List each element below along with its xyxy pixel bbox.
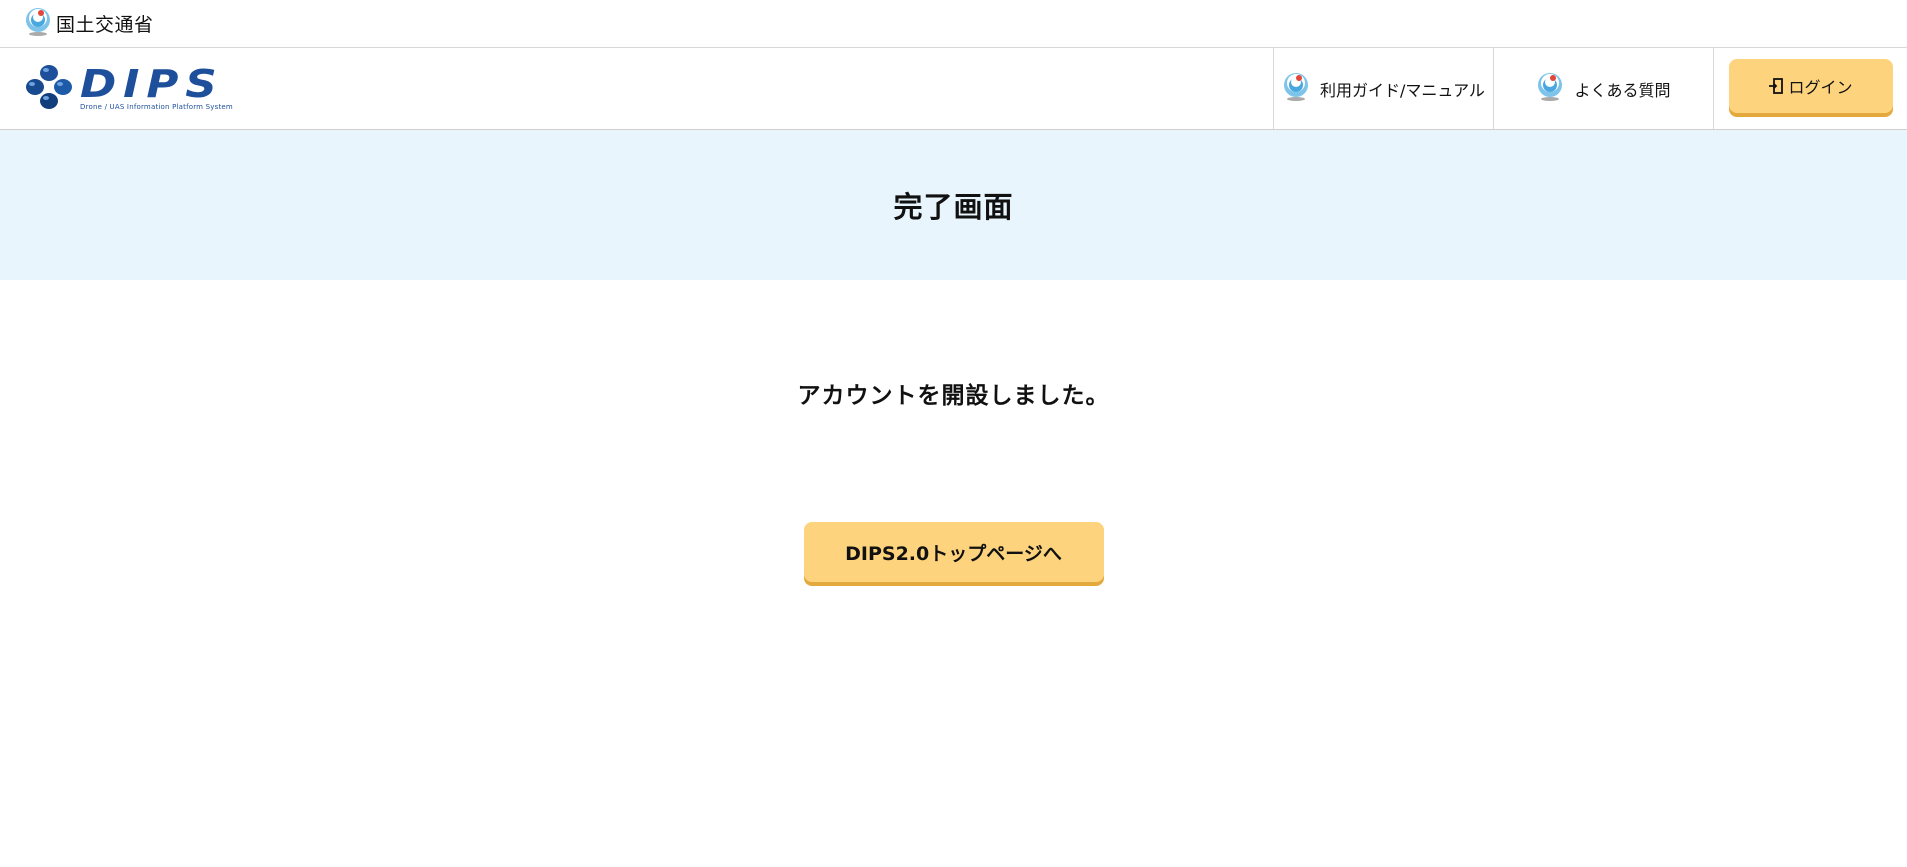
mlit-logo-icon <box>1282 72 1310 106</box>
ministry-name: 国土交通省 <box>56 14 154 36</box>
mlit-logo-icon <box>1536 72 1564 106</box>
login-label: ログイン <box>1788 77 1853 97</box>
nav-faq-label: よくある質問 <box>1574 80 1671 100</box>
nav-faq-link[interactable]: よくある質問 <box>1493 48 1713 129</box>
brand-name: DIPS <box>80 61 224 106</box>
page-title: 完了画面 <box>893 190 1014 224</box>
nav-guide-label: 利用ガイド/マニュアル <box>1320 80 1485 100</box>
header-nav: 利用ガイド/マニュアル よくある質問 ログイン <box>1273 48 1907 129</box>
dips-logo-icon <box>24 62 74 116</box>
ministry-logo-link[interactable]: 国土交通省 <box>24 7 154 41</box>
title-band: 完了画面 <box>0 130 1907 280</box>
completion-message: アカウントを開設しました。 <box>797 383 1110 409</box>
login-button[interactable]: ログイン <box>1728 58 1893 113</box>
nav-guide-link[interactable]: 利用ガイド/マニュアル <box>1273 48 1493 129</box>
top-page-button[interactable]: DIPS2.0トップページへ <box>803 522 1104 582</box>
main-content: アカウントを開設しました。 DIPS2.0トップページへ <box>0 280 1907 582</box>
ministry-bar: 国土交通省 <box>0 0 1907 48</box>
brand-text: DIPS Drone / UAS Information Platform Sy… <box>80 65 233 111</box>
login-door-icon <box>1768 77 1784 94</box>
mlit-logo-icon <box>24 7 52 41</box>
main-header: DIPS Drone / UAS Information Platform Sy… <box>0 48 1907 130</box>
login-area: ログイン <box>1713 48 1907 129</box>
dips-home-link[interactable]: DIPS Drone / UAS Information Platform Sy… <box>0 48 1273 129</box>
